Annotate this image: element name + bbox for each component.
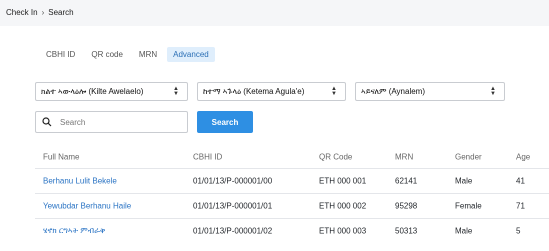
breadcrumb-item-search: Search (48, 8, 74, 17)
breadcrumb-item-check-in[interactable]: Check In (6, 8, 38, 17)
select-arrows-icon: ▲ ▼ (173, 85, 179, 97)
table-header: Full Name CBHI ID QR Code MRN Gender Age (35, 146, 549, 168)
gender-cell: Female (455, 201, 482, 211)
header-age: Age (516, 152, 531, 162)
mrn-cell: 95298 (395, 201, 418, 211)
aynalem-select[interactable]: ኣይናለም (Aynalem) ▲ ▼ (355, 82, 505, 101)
search-input[interactable]: Search (35, 111, 188, 133)
age-cell: 71 (516, 201, 525, 211)
mrn-cell: 62141 (395, 176, 418, 186)
search-icon (42, 117, 52, 127)
mrn-cell: 50313 (395, 226, 418, 236)
patient-name-link[interactable]: Berhanu Lulit Bekele (43, 177, 117, 186)
top-bar: Check In › Search (0, 0, 549, 26)
header-qr-code: QR Code (319, 152, 353, 162)
tab-qr-code[interactable]: QR code (85, 47, 129, 62)
kilte-select-value: ክልተ ኣውላዕሎ (Kilte Awelaelo) (41, 86, 144, 96)
age-cell: 41 (516, 176, 525, 186)
cbhi-id-cell: 01/01/13/P-000001/02 (193, 226, 273, 236)
search-placeholder: Search (60, 117, 86, 127)
search-mode-tabs: CBHI ID QR code MRN Advanced (40, 47, 215, 62)
results-table: Full Name CBHI ID QR Code MRN Gender Age… (35, 146, 549, 243)
cbhi-id-cell: 01/01/13/P-000001/00 (193, 176, 273, 186)
header-full-name: Full Name (43, 152, 80, 162)
age-cell: 5 (516, 226, 521, 236)
breadcrumb-separator-icon: › (41, 8, 45, 17)
search-button[interactable]: Search (197, 111, 253, 133)
qr-code-cell: ETH 000 002 (319, 201, 367, 211)
gender-cell: Male (455, 176, 473, 186)
table-row[interactable]: ሄኖክ ርግኣት ምብራቅ 01/01/13/P-000001/02 ETH 0… (35, 218, 549, 243)
cbhi-id-cell: 01/01/13/P-000001/01 (193, 201, 273, 211)
patient-name-link[interactable]: Yewubdar Berhanu Haile (43, 202, 131, 211)
table-row[interactable]: Berhanu Lulit Bekele 01/01/13/P-000001/0… (35, 168, 549, 193)
kilte-select[interactable]: ክልተ ኣውላዕሎ (Kilte Awelaelo) ▲ ▼ (35, 82, 188, 101)
tab-mrn[interactable]: MRN (133, 47, 163, 62)
patient-name-link[interactable]: ሄኖክ ርግኣት ምብራቅ (43, 226, 105, 236)
aynalem-select-value: ኣይናለም (Aynalem) (361, 86, 426, 96)
header-cbhi-id: CBHI ID (193, 152, 223, 162)
select-arrows-icon: ▲ ▼ (331, 85, 337, 97)
ketema-select-value: ከተማ ኣጉላዕ (Ketema Agula'e) (203, 86, 305, 96)
qr-code-cell: ETH 000 001 (319, 176, 367, 186)
tab-cbhi-id[interactable]: CBHI ID (40, 47, 81, 62)
gender-cell: Male (455, 226, 473, 236)
header-mrn: MRN (395, 152, 414, 162)
table-row[interactable]: Yewubdar Berhanu Haile 01/01/13/P-000001… (35, 193, 549, 218)
tab-advanced[interactable]: Advanced (167, 47, 215, 62)
select-arrows-icon: ▲ ▼ (490, 85, 496, 97)
qr-code-cell: ETH 000 003 (319, 226, 367, 236)
header-gender: Gender (455, 152, 482, 162)
breadcrumb: Check In › Search (6, 8, 74, 17)
ketema-select[interactable]: ከተማ ኣጉላዕ (Ketema Agula'e) ▲ ▼ (197, 82, 346, 101)
